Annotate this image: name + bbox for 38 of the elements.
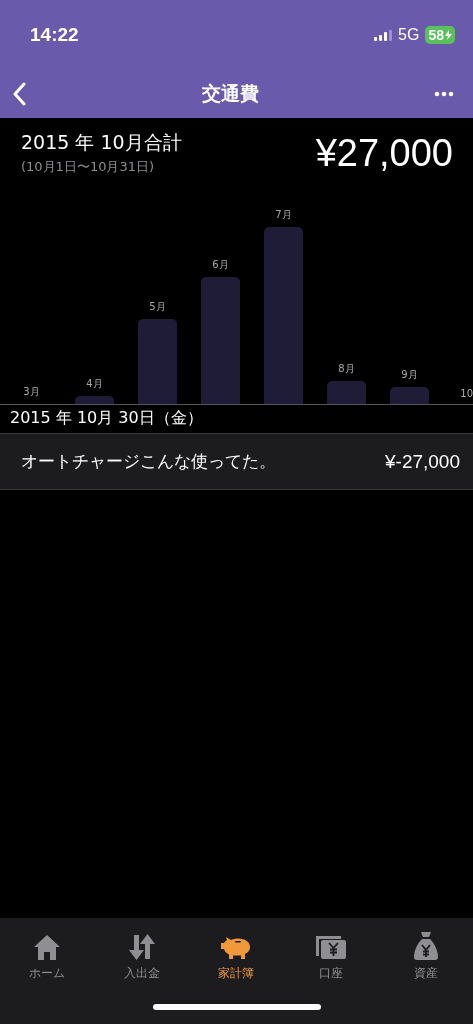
month-label[interactable]: 8月 xyxy=(338,362,355,376)
month-bar[interactable] xyxy=(138,319,177,404)
screen-title: 交通費 xyxy=(201,81,259,106)
tab-item[interactable]: 口座 xyxy=(283,928,379,982)
money-bag-icon xyxy=(412,931,439,961)
tab-item[interactable]: 家計簿 xyxy=(189,928,284,982)
bankbook-icon xyxy=(315,933,348,961)
month-label[interactable]: 7月 xyxy=(275,208,292,222)
transaction-amount: ¥-27,000 xyxy=(385,450,460,473)
charging-icon xyxy=(445,30,452,40)
month-label[interactable]: 6月 xyxy=(212,258,229,272)
battery-level: 58 xyxy=(425,26,455,44)
month-bar[interactable] xyxy=(201,277,240,404)
tab-item[interactable]: 資産 xyxy=(378,928,473,982)
network-label: 5G xyxy=(398,26,420,44)
month-bar[interactable] xyxy=(75,396,114,404)
back-icon[interactable] xyxy=(12,82,26,106)
summary-period: (10月1日〜10月31日) xyxy=(21,158,156,176)
summary-total: ¥27,000 xyxy=(315,132,453,175)
transfer-icon xyxy=(126,933,157,961)
tab-item[interactable]: ホーム xyxy=(0,928,95,982)
transaction-memo: オートチャージこんな使ってた。 xyxy=(21,450,276,473)
month-label[interactable]: 5月 xyxy=(149,300,166,314)
month-label[interactable]: 9月 xyxy=(401,368,418,382)
month-label[interactable]: 3月 xyxy=(23,385,40,399)
month-bar[interactable] xyxy=(264,227,303,404)
month-label[interactable]: 4月 xyxy=(86,377,103,391)
date-header: 2015 年 10月 30日（金） xyxy=(9,407,204,429)
summary-title: 2015 年 10月合計 xyxy=(21,130,182,155)
tab-item[interactable]: 入出金 xyxy=(94,928,190,982)
status-time: 14:22 xyxy=(30,24,79,46)
more-icon[interactable] xyxy=(434,91,454,97)
home-icon xyxy=(33,933,62,961)
month-bar[interactable] xyxy=(390,387,429,404)
month-bar[interactable] xyxy=(327,381,366,404)
transaction-row[interactable]: オートチャージこんな使ってた。 ¥-27,000 xyxy=(0,433,473,490)
signal-icon xyxy=(374,29,393,41)
month-label[interactable]: 10 xyxy=(460,388,473,399)
